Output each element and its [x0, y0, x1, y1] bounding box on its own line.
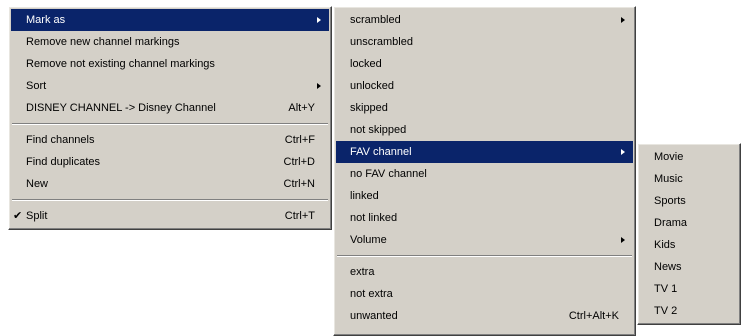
menu-item-not-linked[interactable]: not linked [336, 207, 633, 229]
menu-item-remove-new-channel-markings[interactable]: Remove new channel markings [11, 31, 329, 53]
submenu-arrow-icon [621, 149, 625, 155]
menu-item-find-duplicates[interactable]: Find duplicates Ctrl+D [11, 151, 329, 173]
menu-item-label: skipped [350, 102, 388, 114]
menu-item-fav-movie[interactable]: Movie [640, 146, 738, 168]
menu-item-volume[interactable]: Volume [336, 229, 633, 251]
menu-item-fav-tv1[interactable]: TV 1 [640, 278, 738, 300]
menu-item-label: Split [26, 210, 48, 222]
menu-item-label: Volume [350, 234, 387, 246]
checkmark-icon: ✔ [13, 210, 23, 222]
menu-item-unlocked[interactable]: unlocked [336, 75, 633, 97]
menu-item-shortcut: Alt+Y [288, 102, 315, 114]
menu-item-label: New [26, 178, 49, 190]
menu-item-label: TV 1 [654, 283, 678, 295]
menu-item-shortcut: Ctrl+Alt+K [568, 310, 619, 322]
context-menu: Mark as Remove new channel markings Remo… [8, 6, 332, 230]
menu-item-label: unlocked [350, 80, 395, 92]
submenu-arrow-icon [317, 83, 321, 89]
menu-item-unwanted[interactable]: unwanted Ctrl+Alt+K [336, 305, 633, 327]
menu-item-label: Sports [654, 195, 686, 207]
menu-item-label: not linked [350, 212, 398, 224]
menu-item-fav-sports[interactable]: Sports [640, 190, 738, 212]
menu-item-fav-kids[interactable]: Kids [640, 234, 738, 256]
menu-item-extra[interactable]: extra [336, 261, 633, 283]
menu-item-label: Find duplicates [26, 156, 100, 168]
menu-item-shortcut: Ctrl+T [284, 210, 315, 222]
menu-separator [337, 255, 632, 257]
menu-item-fav-channel[interactable]: FAV channel [336, 141, 633, 163]
menu-item-label: FAV channel [350, 146, 412, 158]
menu-item-fav-news[interactable]: News [640, 256, 738, 278]
menu-item-label: no FAV channel [350, 168, 427, 180]
menu-item-label: DISNEY CHANNEL -> Disney Channel [26, 102, 216, 114]
menu-item-shortcut: Ctrl+N [283, 178, 315, 190]
menu-item-sort[interactable]: Sort [11, 75, 329, 97]
menu-item-label: Remove new channel markings [26, 36, 180, 48]
menu-item-rename-disney-channel[interactable]: DISNEY CHANNEL -> Disney Channel Alt+Y [11, 97, 329, 119]
menu-item-label: Kids [654, 239, 676, 251]
submenu-arrow-icon [621, 17, 625, 23]
menu-item-mark-as[interactable]: Mark as [11, 9, 329, 31]
menu-item-linked[interactable]: linked [336, 185, 633, 207]
menu-item-no-fav-channel[interactable]: no FAV channel [336, 163, 633, 185]
fav-channel-submenu: Movie Music Sports Drama Kids News TV 1 … [637, 143, 741, 325]
menu-separator [12, 199, 328, 201]
menu-item-label: extra [350, 266, 375, 278]
menu-item-fav-music[interactable]: Music [640, 168, 738, 190]
submenu-arrow-icon [621, 237, 625, 243]
menu-item-label: Sort [26, 80, 47, 92]
menu-item-unscrambled[interactable]: unscrambled [336, 31, 633, 53]
menu-item-fav-tv2[interactable]: TV 2 [640, 300, 738, 322]
menu-item-locked[interactable]: locked [336, 53, 633, 75]
menu-item-shortcut: Ctrl+F [284, 134, 315, 146]
menu-item-label: locked [350, 58, 382, 70]
menu-item-label: not skipped [350, 124, 407, 136]
submenu-arrow-icon [317, 17, 321, 23]
menu-item-shortcut: Ctrl+D [283, 156, 315, 168]
menu-item-not-skipped[interactable]: not skipped [336, 119, 633, 141]
menu-item-skipped[interactable]: skipped [336, 97, 633, 119]
menu-item-label: Remove not existing channel markings [26, 58, 215, 70]
menu-item-scrambled[interactable]: scrambled [336, 9, 633, 31]
menu-item-label: Find channels [26, 134, 95, 146]
menu-item-new[interactable]: New Ctrl+N [11, 173, 329, 195]
menu-item-fav-drama[interactable]: Drama [640, 212, 738, 234]
menu-item-label: unwanted [350, 310, 398, 322]
menu-item-not-extra[interactable]: not extra [336, 283, 633, 305]
menu-item-label: unscrambled [350, 36, 413, 48]
menu-item-label: linked [350, 190, 379, 202]
menu-item-label: News [654, 261, 682, 273]
menu-item-label: scrambled [350, 14, 401, 26]
mark-as-submenu: scrambled unscrambled locked unlocked sk… [333, 6, 636, 336]
menu-item-label: Drama [654, 217, 688, 229]
menu-separator [12, 123, 328, 125]
menu-item-label: Music [654, 173, 683, 185]
menu-item-label: Mark as [26, 14, 66, 26]
menu-item-split[interactable]: ✔ Split Ctrl+T [11, 205, 329, 227]
menu-item-label: not extra [350, 288, 393, 300]
menu-item-remove-not-existing-channel-markings[interactable]: Remove not existing channel markings [11, 53, 329, 75]
menu-item-label: TV 2 [654, 305, 678, 317]
menu-item-find-channels[interactable]: Find channels Ctrl+F [11, 129, 329, 151]
menu-item-label: Movie [654, 151, 684, 163]
